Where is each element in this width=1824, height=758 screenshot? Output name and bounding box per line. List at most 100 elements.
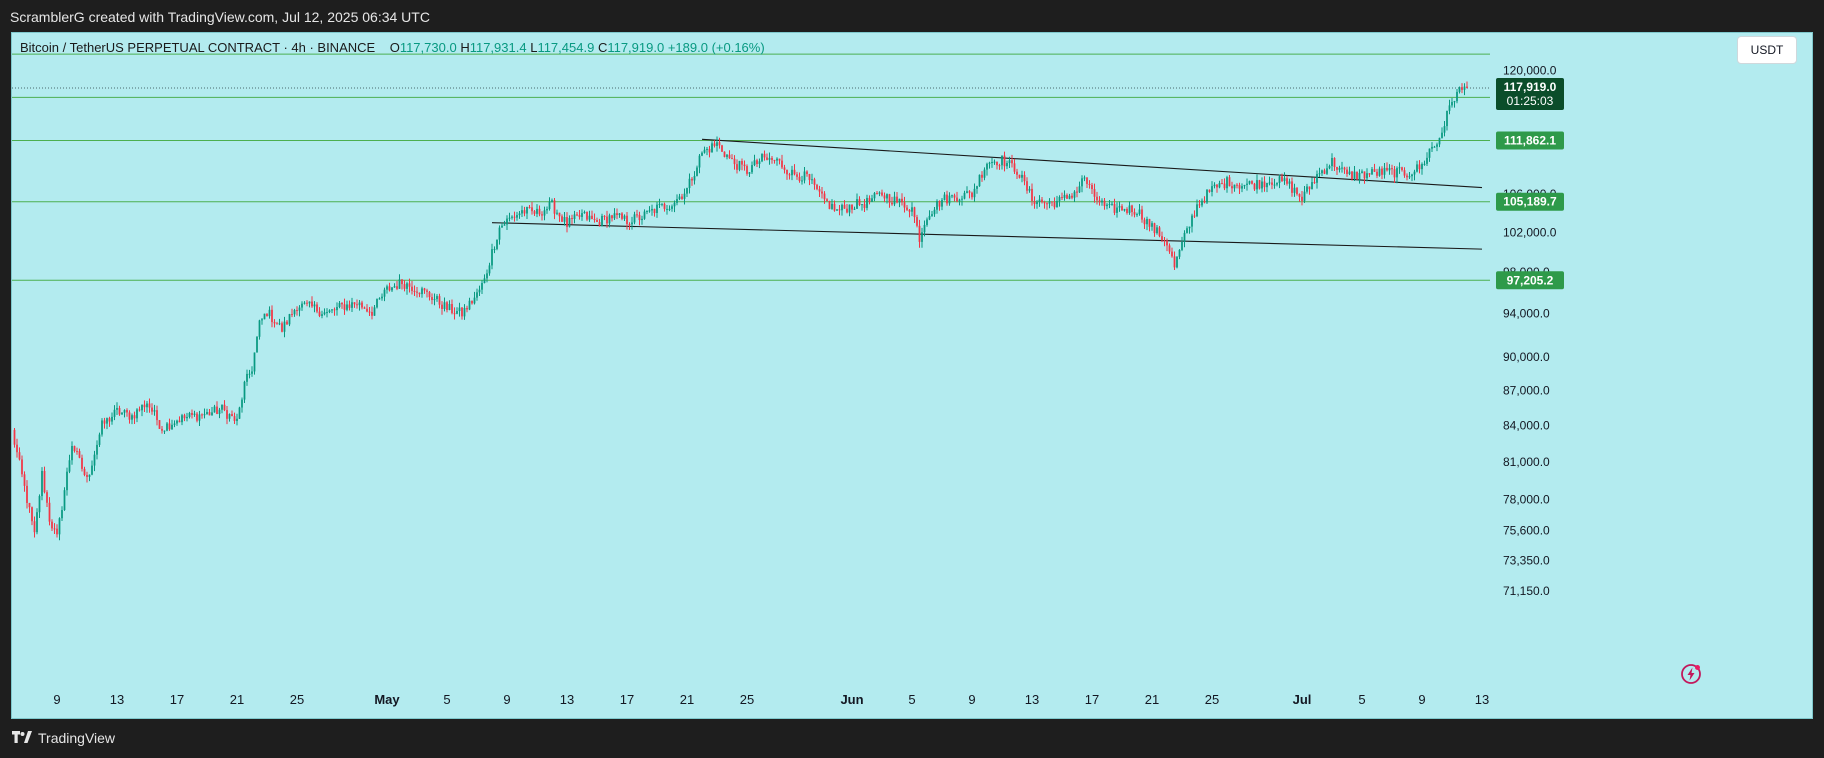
candle — [603, 215, 606, 221]
candle — [686, 187, 688, 198]
candle — [873, 192, 876, 202]
candle — [836, 209, 838, 211]
candle — [251, 366, 253, 377]
candle — [651, 204, 653, 216]
candle — [1356, 171, 1358, 181]
candle — [1106, 203, 1108, 210]
price-tick-label: 120,000.0 — [1503, 64, 1557, 78]
candle — [236, 413, 238, 426]
candle — [51, 519, 53, 531]
candle — [1273, 178, 1276, 189]
candle — [238, 406, 241, 420]
candle — [1401, 166, 1403, 172]
candle — [781, 154, 783, 170]
candle — [253, 352, 256, 375]
candle — [441, 301, 443, 315]
candle — [1093, 183, 1096, 203]
candle — [406, 281, 408, 295]
candle — [1251, 180, 1253, 185]
candle — [858, 196, 861, 207]
candle — [346, 300, 348, 312]
candle — [1138, 203, 1141, 216]
candle — [1001, 155, 1003, 170]
candle — [431, 293, 433, 305]
candle — [546, 206, 548, 214]
candle — [456, 307, 458, 315]
price-tick-label: 71,150.0 — [1503, 584, 1550, 598]
candle — [703, 146, 706, 154]
candle — [48, 497, 51, 526]
tradingview-brand[interactable]: TradingView — [12, 730, 115, 746]
candle — [1406, 173, 1408, 181]
candle — [941, 197, 943, 211]
open-label: O — [389, 40, 400, 55]
candle — [263, 313, 266, 320]
candle — [1146, 216, 1148, 231]
candle — [786, 169, 788, 180]
currency-button[interactable]: USDT — [1737, 36, 1797, 64]
candle — [1171, 247, 1173, 258]
candle — [803, 166, 806, 184]
candle — [148, 398, 151, 413]
candle — [498, 225, 501, 245]
candle — [906, 204, 908, 212]
chart-panel[interactable]: 120,000.0106,000.0102,000.098,000.094,00… — [11, 32, 1813, 719]
candle — [593, 213, 596, 223]
candle — [731, 154, 733, 160]
lightning-bolt-icon[interactable] — [1680, 663, 1702, 685]
candle — [536, 204, 538, 218]
candle — [706, 147, 708, 156]
candle — [971, 191, 973, 200]
candle — [1213, 182, 1216, 189]
candle — [326, 308, 328, 318]
candle — [693, 171, 696, 185]
candle — [418, 292, 421, 298]
candle — [303, 301, 306, 305]
candle — [121, 412, 123, 415]
candle — [948, 192, 951, 206]
candle — [721, 144, 723, 153]
candle — [243, 380, 246, 403]
candle — [201, 413, 203, 419]
candle — [1466, 81, 1468, 89]
candle — [41, 467, 43, 501]
candle — [131, 413, 133, 425]
candle — [861, 203, 863, 211]
candle — [1046, 202, 1048, 210]
candle — [903, 196, 906, 213]
candle — [1168, 243, 1171, 254]
candle — [973, 183, 976, 202]
candle — [266, 313, 268, 317]
candle — [381, 293, 383, 301]
candle — [1438, 137, 1441, 148]
candle — [1301, 191, 1303, 206]
symbol-legend[interactable]: Bitcoin / TetherUS PERPETUAL CONTRACT · … — [20, 40, 765, 55]
candle — [548, 197, 551, 211]
candle — [28, 502, 31, 513]
candle — [283, 316, 286, 338]
publish-caption: ScramblerG created with TradingView.com,… — [10, 9, 430, 25]
candle — [1323, 168, 1326, 175]
candle — [356, 299, 358, 309]
candle — [543, 206, 546, 221]
time-tick-label: 9 — [1418, 692, 1425, 707]
candle — [733, 155, 736, 170]
candle — [13, 428, 16, 448]
candle — [261, 318, 263, 325]
candle — [461, 307, 463, 320]
candle — [1366, 168, 1368, 182]
candle — [246, 369, 248, 386]
price-chart[interactable]: 120,000.0106,000.0102,000.098,000.094,00… — [12, 33, 1812, 718]
candle — [1103, 197, 1106, 210]
price-tick-label: 73,350.0 — [1503, 554, 1550, 568]
candle — [1306, 183, 1308, 194]
candle — [1223, 178, 1226, 191]
candle — [213, 404, 216, 413]
candle — [911, 202, 913, 217]
candle — [738, 160, 741, 172]
candle — [1343, 166, 1346, 174]
candle — [226, 405, 228, 425]
candle — [541, 211, 543, 221]
candle — [323, 308, 326, 316]
time-axis[interactable]: 9 13 17 21 25 May 5 9 13 17 21 25 Jun 5 9 13 17 21 25 Jul 5 9… — [53, 692, 1489, 707]
